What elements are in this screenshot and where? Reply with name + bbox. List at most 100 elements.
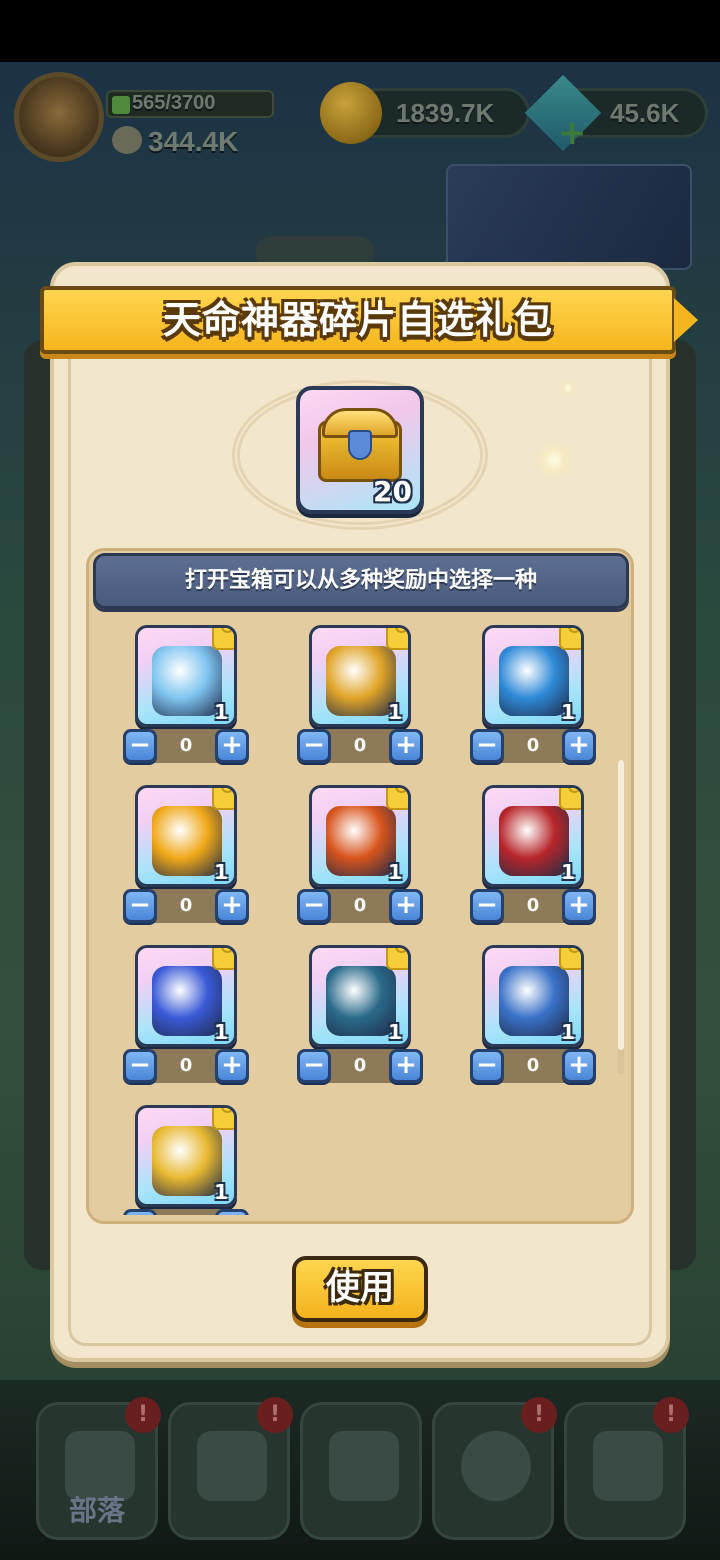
quantity-stepper: − 0 + [470, 1049, 596, 1083]
reward-item-frame[interactable]: 1 [309, 785, 411, 887]
use-button[interactable]: 使用 [292, 1256, 428, 1322]
reward-item: 1 − 0 + [123, 785, 253, 925]
selected-count: 0 [526, 1055, 540, 1076]
crossed-swords-icon [329, 1431, 399, 1501]
sparkle-decoration [560, 380, 576, 396]
decrement-button[interactable]: − [470, 729, 504, 763]
quantity-stepper: − 0 + [123, 729, 249, 763]
selected-count: 0 [353, 735, 367, 756]
increment-button[interactable]: + [562, 889, 596, 923]
nav-tab-trophy[interactable]: ! [564, 1397, 689, 1540]
xp-icon [112, 96, 130, 114]
increment-button[interactable]: + [389, 889, 423, 923]
puzzle-fragment-icon [212, 788, 234, 810]
increment-button[interactable]: + [215, 729, 249, 763]
chest-count: 20 [373, 475, 412, 508]
sparkle-decoration [534, 440, 574, 480]
dragon-wing-orb-icon [499, 966, 569, 1036]
decrement-button[interactable]: − [297, 729, 331, 763]
reward-item-frame[interactable]: 1 [135, 625, 237, 727]
increment-button[interactable]: + [215, 1209, 249, 1215]
target-icon [461, 1431, 531, 1501]
reward-quantity: 1 [214, 1020, 228, 1044]
reward-item-frame[interactable]: 1 [482, 625, 584, 727]
golden-chalice-icon [326, 646, 396, 716]
nav-tab-label: 部落 [68, 1494, 125, 1527]
puzzle-fragment-icon [386, 948, 408, 970]
decrement-button[interactable]: − [123, 1209, 157, 1215]
bottom-navigation: 部落 ! ! ! ! [0, 1380, 720, 1560]
increment-button[interactable]: + [389, 729, 423, 763]
reward-item-frame[interactable]: 1 [309, 625, 411, 727]
alert-badge: ! [125, 1397, 161, 1433]
reward-quantity: 1 [214, 860, 228, 884]
scroll-thumb[interactable] [618, 760, 624, 1050]
selected-count: 0 [179, 895, 193, 916]
selected-count: 0 [526, 735, 540, 756]
gem-value: 45.6K [610, 98, 680, 128]
red-dragon-helm-icon [499, 806, 569, 876]
use-button-label: 使用 [326, 1268, 394, 1308]
reward-quantity: 1 [561, 860, 575, 884]
alert-badge: ! [653, 1397, 689, 1433]
quantity-stepper: −0+ [470, 889, 596, 923]
decrement-button[interactable]: − [297, 889, 331, 923]
puzzle-fragment-icon [212, 628, 234, 650]
quantity-stepper: − 0 + [123, 1049, 249, 1083]
axe-artifact-icon [152, 646, 222, 716]
increment-button[interactable]: + [562, 729, 596, 763]
increment-button[interactable]: + [389, 1049, 423, 1083]
decrement-button[interactable]: − [123, 1049, 157, 1083]
reward-item-frame[interactable]: 1 [482, 945, 584, 1047]
reward-grid[interactable]: 1−0+1−0+1−0+1−0+1−0+1−0+1−0+1−0+1−0+1−0+ [89, 619, 631, 1215]
power-value: 344.4K [148, 126, 239, 157]
reward-item-frame[interactable]: 1 [135, 945, 237, 1047]
quantity-stepper: − 0 + [297, 729, 423, 763]
selected-count: 0 [353, 895, 367, 916]
status-bar [0, 0, 720, 62]
nav-tab-target[interactable]: ! [432, 1397, 557, 1540]
puzzle-fragment-icon [559, 628, 581, 650]
instruction-bar: 打开宝箱可以从多种奖励中选择一种 [93, 553, 629, 609]
reward-item: 1 − 0 + [123, 945, 253, 1085]
decrement-button[interactable]: − [470, 1049, 504, 1083]
decrement-button[interactable]: − [470, 889, 504, 923]
crystal-orb-icon [152, 966, 222, 1036]
reward-item-frame[interactable]: 1 [135, 785, 237, 887]
golden-crown-ring-icon [152, 806, 222, 876]
quantity-stepper: −0+ [123, 1209, 249, 1215]
chest-shield-icon [348, 430, 372, 460]
reward-item: 1 − 0 + [297, 785, 427, 925]
selected-count: 0 [159, 1209, 213, 1215]
selected-count: 0 [179, 735, 193, 756]
nav-tab-tribe[interactable]: 部落 ! [36, 1397, 161, 1540]
reward-quantity: 1 [388, 1020, 402, 1044]
reward-quantity: 1 [214, 700, 228, 724]
reward-quantity: 1 [561, 700, 575, 724]
quantity-stepper: − 0 + [297, 889, 423, 923]
reward-item: 1 − 0 + [123, 625, 253, 765]
reward-item-frame[interactable]: 1 [482, 785, 584, 887]
increment-button[interactable]: + [215, 889, 249, 923]
puzzle-fragment-icon [212, 1108, 234, 1130]
increment-button[interactable]: + [215, 1049, 249, 1083]
reward-item-frame[interactable]: 1 [309, 945, 411, 1047]
decrement-button[interactable]: − [123, 729, 157, 763]
increment-button[interactable]: + [562, 1049, 596, 1083]
nav-tab-battle[interactable] [300, 1402, 422, 1540]
title-ribbon: 天命神器碎片自选礼包 [40, 286, 698, 354]
reward-item-frame[interactable]: 1 [135, 1105, 237, 1207]
nav-tab-hero[interactable]: ! [168, 1397, 293, 1540]
reward-quantity: 1 [388, 860, 402, 884]
reward-scrollbar[interactable] [618, 760, 624, 1074]
quantity-stepper: − 0 + [123, 889, 249, 923]
player-avatar [14, 72, 104, 162]
puzzle-fragment-icon [386, 628, 408, 650]
reward-item: 1 − 0 + [297, 945, 427, 1085]
dialog-title: 天命神器碎片自选礼包 [162, 298, 553, 342]
water-harp-icon [499, 646, 569, 716]
decrement-button[interactable]: − [123, 889, 157, 923]
decrement-button[interactable]: − [297, 1049, 331, 1083]
fire-orb-icon [326, 806, 396, 876]
selected-count: 0 [179, 1055, 193, 1076]
